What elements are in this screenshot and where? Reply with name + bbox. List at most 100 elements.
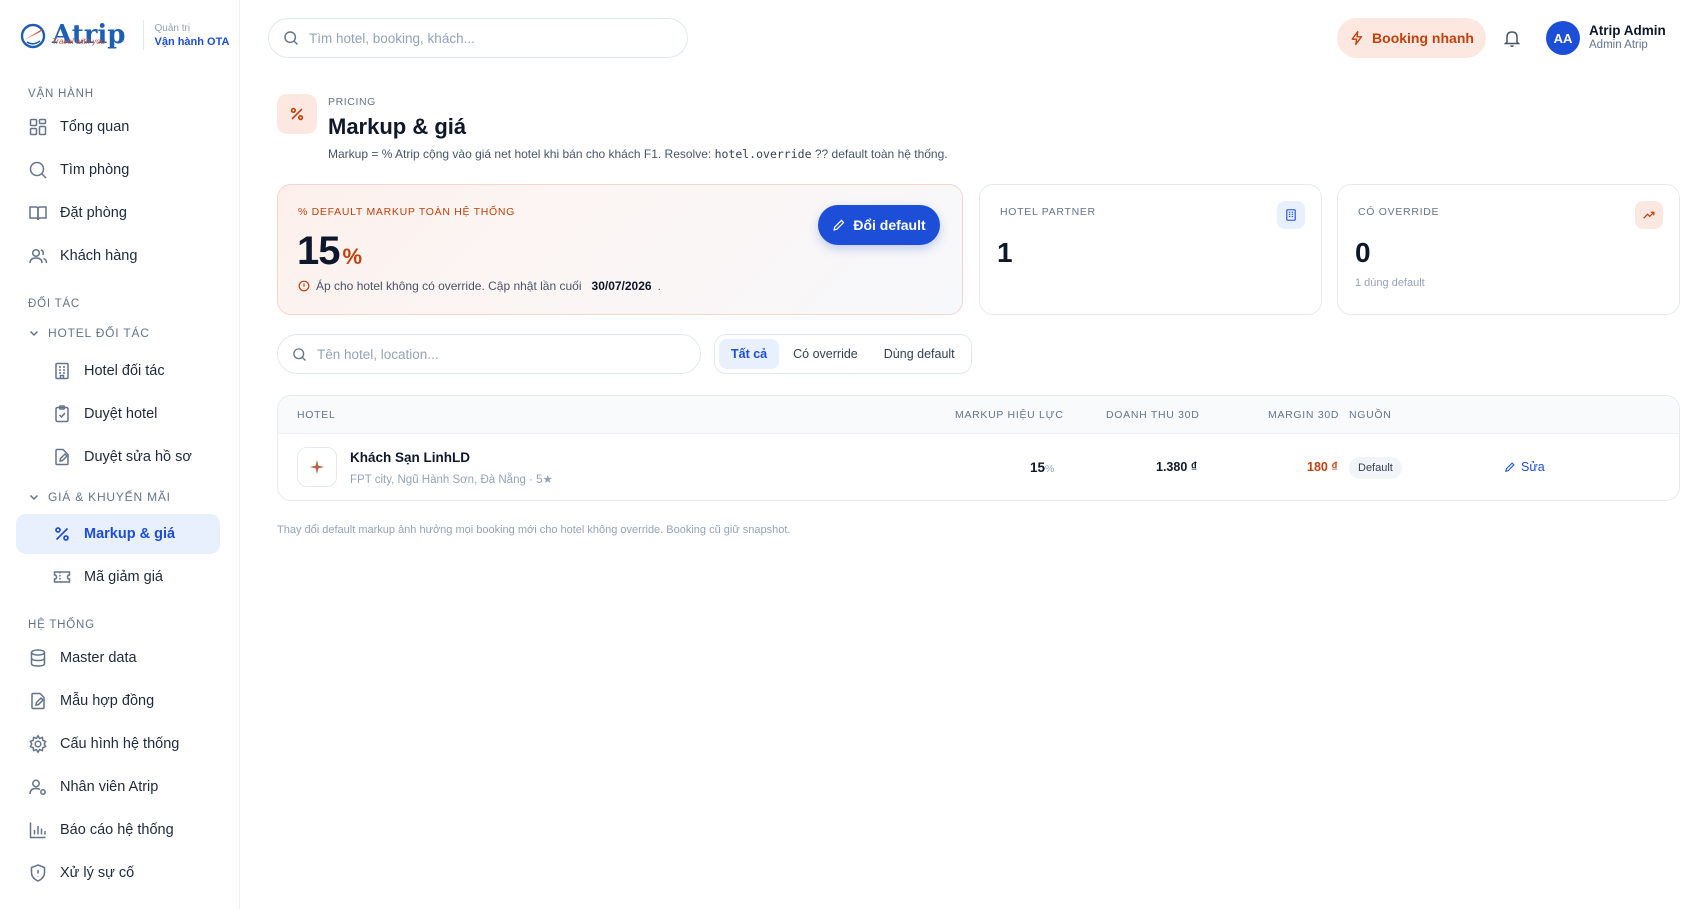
hotel-markup-table: HOTEL MARKUP HIỆU LỰC DOANH THU 30D MARG… <box>277 395 1680 501</box>
sidebar-item-label: Duyệt hotel <box>84 406 158 422</box>
contract-icon <box>31 692 45 710</box>
sidebar-item-find-room[interactable]: Tìm phòng <box>16 150 220 190</box>
col-source: NGUỒN <box>1349 409 1392 421</box>
users-icon <box>29 248 48 264</box>
override-sub: 1 dùng default <box>1355 277 1425 289</box>
revenue-cell: 1.380 ₫ <box>1156 460 1198 474</box>
sidebar-item-customers[interactable]: Khách hàng <box>16 236 220 276</box>
override-label: CÓ OVERRIDE <box>1358 206 1440 218</box>
chart-icon <box>29 822 46 839</box>
markup-value: 15 <box>1030 460 1046 475</box>
logo-tagline: Travel with you <box>52 37 106 46</box>
atrip-logo[interactable]: Atrip Travel with you <box>18 20 125 50</box>
filter-tabs: Tất cả Có override Dùng default <box>714 334 972 374</box>
default-markup-value: 15% <box>297 229 362 274</box>
sidebar-item-label: Tìm phòng <box>60 162 130 178</box>
override-icon-wrap <box>1635 201 1663 229</box>
hotel-logo-icon <box>309 459 325 475</box>
quick-booking-button[interactable]: Booking nhanh <box>1337 18 1486 58</box>
tab-has-override[interactable]: Có override <box>781 339 870 369</box>
col-revenue: DOANH THU 30D <box>1106 409 1200 421</box>
sidebar-item-markup-pricing[interactable]: Markup & giá <box>16 514 220 554</box>
sidebar-item-label: Master data <box>60 650 137 666</box>
table-header: HOTEL MARKUP HIỆU LỰC DOANH THU 30D MARG… <box>278 396 1679 434</box>
hotel-filter-search[interactable] <box>277 334 701 374</box>
sidebar-item-review-profile-edit[interactable]: Duyệt sửa hồ sơ <box>16 437 220 477</box>
sidebar-item-review-hotel[interactable]: Duyệt hotel <box>16 394 220 434</box>
group-label: HOTEL ĐỐI TÁC <box>48 326 150 340</box>
sidebar-item-discount-codes[interactable]: Mã giảm giá <box>16 557 220 597</box>
sidebar-item-overview[interactable]: Tổng quan <box>16 107 220 147</box>
pencil-icon <box>833 219 845 231</box>
source-badge: Default <box>1349 457 1402 479</box>
change-default-button[interactable]: Đổi default <box>818 205 940 245</box>
last-updated-date: 30/07/2026 <box>591 279 652 293</box>
sidebar: Atrip Travel with you Quản trị Vận hành … <box>0 0 240 909</box>
sidebar-item-label: Nhân viên Atrip <box>60 779 159 795</box>
sidebar-item-system-reports[interactable]: Báo cáo hệ thống <box>16 810 220 850</box>
bell-icon[interactable] <box>1502 28 1522 48</box>
section-operations: VẬN HÀNH <box>28 88 94 100</box>
sidebar-item-label: Tổng quan <box>60 119 130 135</box>
markup-unit: % <box>1045 463 1055 475</box>
brand-meta-bottom: Vận hành OTA <box>154 35 230 48</box>
footnote: Thay đổi default markup ảnh hưởng mọi bo… <box>277 524 791 536</box>
main-content: Booking nhanh AA Atrip Admin Admin Atrip… <box>240 0 1699 909</box>
file-edit-icon <box>55 448 69 466</box>
page-description: Markup = % Atrip cộng vào giá net hotel … <box>328 147 948 161</box>
sidebar-item-label: Markup & giá <box>84 526 176 542</box>
group-pricing-promotions[interactable]: GIÁ & KHUYẾN MÃI <box>28 486 171 508</box>
sidebar-item-label: Hotel đối tác <box>84 363 165 379</box>
sidebar-item-label: Duyệt sửa hồ sơ <box>84 449 192 465</box>
page-header-icon <box>277 94 317 134</box>
staff-icon <box>29 779 46 795</box>
ticket-icon <box>53 571 71 583</box>
section-partners: ĐỐI TÁC <box>28 298 81 310</box>
user-name: Atrip Admin <box>1589 23 1666 38</box>
col-hotel: HOTEL <box>297 409 336 421</box>
table-row[interactable]: Khách Sạn LinhLD FPT city, Ngũ Hành Sơn,… <box>278 434 1679 500</box>
desc-suffix: ?? default toàn hệ thống. <box>811 147 948 161</box>
col-margin: MARGIN 30D <box>1268 409 1340 421</box>
info-icon <box>298 280 310 292</box>
override-value: 0 <box>1355 237 1371 268</box>
sidebar-item-staff[interactable]: Nhân viên Atrip <box>16 767 220 807</box>
section-system: HỆ THỐNG <box>28 619 95 631</box>
chevron-down-icon <box>29 494 39 501</box>
sidebar-item-partner-hotels[interactable]: Hotel đối tác <box>16 351 220 391</box>
change-default-label: Đổi default <box>853 217 926 233</box>
markup-cell: 15% <box>1030 460 1054 475</box>
sidebar-item-incidents[interactable]: Xử lý sự cố <box>16 853 220 893</box>
hotel-location: FPT city, Ngũ Hành Sơn, Đà Nẵng · 5★ <box>350 474 553 486</box>
group-hotel-partners[interactable]: HOTEL ĐỐI TÁC <box>28 322 150 344</box>
shield-icon <box>30 864 46 882</box>
global-search-input[interactable] <box>309 30 669 46</box>
hotel-name[interactable]: Khách Sạn LinhLD <box>350 450 470 465</box>
default-markup-card: % DEFAULT MARKUP TOÀN HỆ THỐNG 15% Áp ch… <box>277 184 963 315</box>
hotel-partner-value: 1 <box>997 237 1013 268</box>
database-icon <box>30 649 46 667</box>
plane-logo-icon <box>20 23 46 49</box>
global-search[interactable] <box>268 18 688 58</box>
sidebar-item-system-config[interactable]: Cấu hình hệ thống <box>16 724 220 764</box>
trending-up-icon <box>1643 211 1655 219</box>
sidebar-item-label: Cấu hình hệ thống <box>60 736 180 752</box>
tab-uses-default[interactable]: Dùng default <box>872 339 967 369</box>
sidebar-item-booking[interactable]: Đặt phòng <box>16 193 220 233</box>
hotel-filter-input[interactable] <box>317 346 687 362</box>
building-icon <box>1286 209 1296 221</box>
sidebar-item-label: Đặt phòng <box>60 205 127 221</box>
edit-button[interactable]: Sửa <box>1504 460 1545 474</box>
user-role: Admin Atrip <box>1589 39 1648 52</box>
sidebar-item-label: Xử lý sự cố <box>60 865 135 881</box>
desc-code: hotel.override <box>714 147 812 161</box>
percent-icon <box>290 107 304 121</box>
building-icon <box>55 362 69 380</box>
book-icon <box>29 206 47 221</box>
search-icon <box>293 347 306 361</box>
sidebar-item-contract-templates[interactable]: Mẫu hợp đồng <box>16 681 220 721</box>
sidebar-item-master-data[interactable]: Master data <box>16 638 220 678</box>
user-menu[interactable]: AA Atrip Admin Admin Atrip <box>1546 21 1666 55</box>
tab-all[interactable]: Tất cả <box>719 339 780 369</box>
page-title: Markup & giá <box>328 114 467 139</box>
